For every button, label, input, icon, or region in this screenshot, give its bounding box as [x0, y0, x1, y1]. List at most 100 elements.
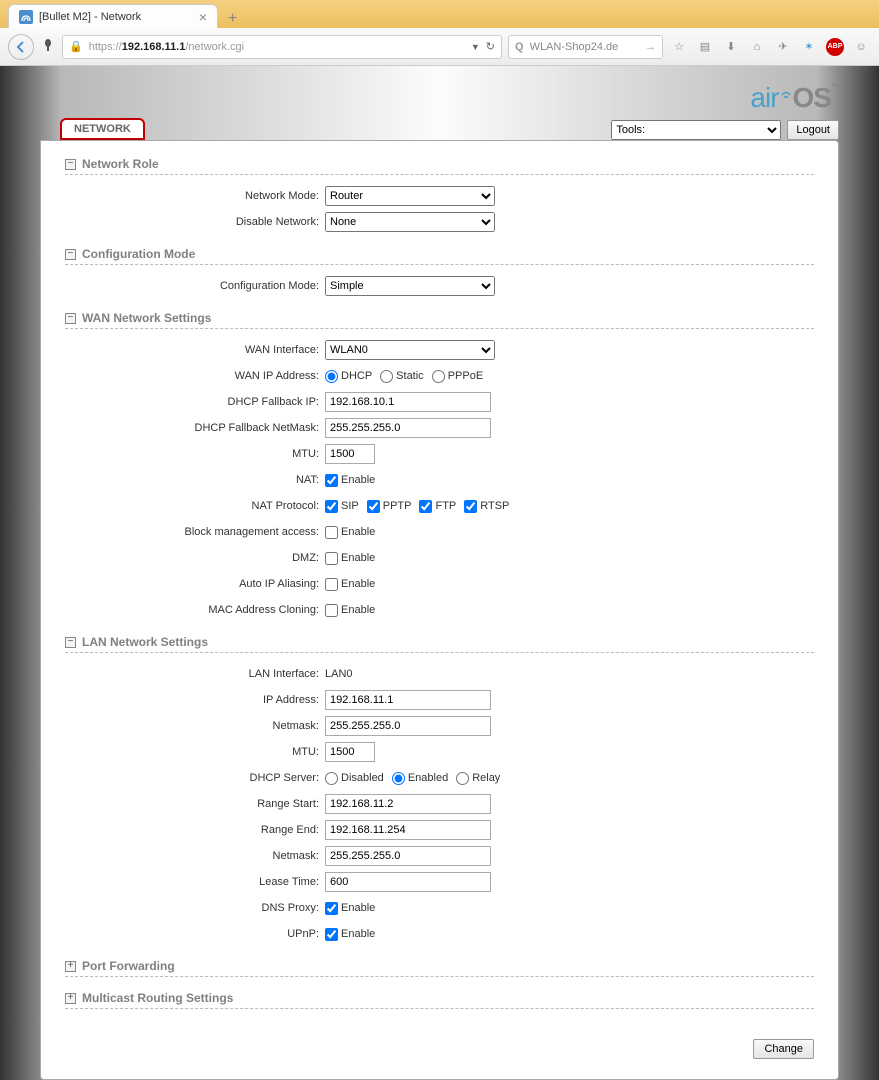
label-autoip: Auto IP Aliasing: [65, 578, 325, 590]
nat-checkbox[interactable] [325, 474, 338, 487]
section-network-role: − Network Role [65, 157, 814, 175]
label-disable-network: Disable Network: [65, 216, 325, 228]
radio-dhcp-disabled[interactable] [325, 772, 338, 785]
disable-network-select[interactable]: None [325, 212, 495, 232]
network-mode-select[interactable]: Router [325, 186, 495, 206]
label-lan-netmask: Netmask: [65, 720, 325, 732]
lan-interface-value: LAN0 [325, 668, 353, 680]
upnp-checkbox[interactable] [325, 928, 338, 941]
download-icon[interactable]: ⬇ [721, 37, 741, 57]
radio-static[interactable] [380, 370, 393, 383]
label-config-mode: Configuration Mode: [65, 280, 325, 292]
label-lan-mtu: MTU: [65, 746, 325, 758]
collapse-icon[interactable]: − [65, 313, 76, 324]
range-start-input[interactable] [325, 794, 491, 814]
tab-network[interactable]: NETWORK [60, 118, 145, 140]
label-dhcp-server: DHCP Server: [65, 772, 325, 784]
address-bar[interactable]: 🔒 https://192.168.11.1/network.cgi ▼ ↻ [62, 35, 502, 59]
search-engine-icon[interactable] [40, 38, 56, 55]
tab-favicon [19, 10, 33, 24]
page-body: airOS™ NETWORK Tools: Logout − Network R… [0, 66, 879, 1080]
tools-select[interactable]: Tools: [611, 120, 781, 140]
wan-mtu-input[interactable] [325, 444, 375, 464]
send-icon[interactable]: ✈ [773, 37, 793, 57]
nat-pptp-checkbox[interactable] [367, 500, 380, 513]
label-dns-proxy: DNS Proxy: [65, 902, 325, 914]
search-placeholder: WLAN-Shop24.de [530, 41, 639, 53]
label-lease-time: Lease Time: [65, 876, 325, 888]
range-end-input[interactable] [325, 820, 491, 840]
collapse-icon[interactable]: − [65, 159, 76, 170]
dmz-checkbox[interactable] [325, 552, 338, 565]
browser-toolbar: 🔒 https://192.168.11.1/network.cgi ▼ ↻ Q… [0, 28, 879, 66]
reload-icon[interactable]: ↻ [486, 40, 495, 53]
label-block-mgmt: Block management access: [65, 526, 325, 538]
logout-button[interactable]: Logout [787, 120, 839, 140]
lease-time-input[interactable] [325, 872, 491, 892]
search-provider-icon: Q [515, 41, 524, 53]
collapse-icon[interactable]: − [65, 637, 76, 648]
section-port-forwarding: + Port Forwarding [65, 959, 814, 977]
lan-ip-input[interactable] [325, 690, 491, 710]
url-protocol: https:// [89, 41, 122, 53]
dhcp-netmask-input[interactable] [325, 846, 491, 866]
radio-dhcp-enabled[interactable] [392, 772, 405, 785]
label-upnp: UPnP: [65, 928, 325, 940]
extension-icon[interactable]: ✶ [799, 37, 819, 57]
radio-dhcp[interactable] [325, 370, 338, 383]
adblock-icon[interactable]: ABP [825, 37, 845, 57]
back-button[interactable] [8, 34, 34, 60]
page-topbar: NETWORK Tools: Logout [0, 118, 879, 140]
dhcp-fallback-netmask-input[interactable] [325, 418, 491, 438]
autoip-checkbox[interactable] [325, 578, 338, 591]
label-network-mode: Network Mode: [65, 190, 325, 202]
radio-dhcp-relay[interactable] [456, 772, 469, 785]
tab-title: [Bullet M2] - Network [39, 11, 193, 23]
section-config-mode: − Configuration Mode [65, 247, 814, 265]
lan-mtu-input[interactable] [325, 742, 375, 762]
expand-icon[interactable]: + [65, 961, 76, 972]
dhcp-fallback-ip-input[interactable] [325, 392, 491, 412]
tab-close-icon[interactable]: × [199, 9, 207, 25]
url-dropdown-icon[interactable]: ▼ [471, 42, 480, 52]
label-wan-ip-address: WAN IP Address: [65, 370, 325, 382]
radio-pppoe[interactable] [432, 370, 445, 383]
airos-logo: airOS™ [750, 82, 839, 114]
home-icon[interactable]: ⌂ [747, 37, 767, 57]
expand-icon[interactable]: + [65, 993, 76, 1004]
label-lan-interface: LAN Interface: [65, 668, 325, 680]
content-panel: − Network Role Network Mode: Router Disa… [40, 140, 839, 1080]
lock-icon: 🔒 [69, 40, 83, 53]
new-tab-button[interactable]: + [218, 10, 247, 28]
reader-icon[interactable]: ▤ [695, 37, 715, 57]
search-go-icon[interactable]: → [645, 41, 656, 53]
label-range-start: Range Start: [65, 798, 325, 810]
label-dhcp-fallback-ip: DHCP Fallback IP: [65, 396, 325, 408]
section-multicast: + Multicast Routing Settings [65, 991, 814, 1009]
change-button[interactable]: Change [753, 1039, 814, 1059]
label-wan-mtu: MTU: [65, 448, 325, 460]
section-wan: − WAN Network Settings [65, 311, 814, 329]
label-dhcp-netmask: Netmask: [65, 850, 325, 862]
label-nat-protocol: NAT Protocol: [65, 500, 325, 512]
search-box[interactable]: Q WLAN-Shop24.de → [508, 35, 663, 59]
bookmark-icon[interactable]: ☆ [669, 37, 689, 57]
wan-interface-select[interactable]: WLAN0 [325, 340, 495, 360]
lan-netmask-input[interactable] [325, 716, 491, 736]
mac-clone-checkbox[interactable] [325, 604, 338, 617]
browser-tab[interactable]: [Bullet M2] - Network × [8, 4, 218, 28]
url-host: 192.168.11.1 [122, 41, 186, 53]
label-nat: NAT: [65, 474, 325, 486]
block-mgmt-checkbox[interactable] [325, 526, 338, 539]
nat-rtsp-checkbox[interactable] [464, 500, 477, 513]
config-mode-select[interactable]: Simple [325, 276, 495, 296]
dns-proxy-checkbox[interactable] [325, 902, 338, 915]
label-dmz: DMZ: [65, 552, 325, 564]
nat-sip-checkbox[interactable] [325, 500, 338, 513]
nat-ftp-checkbox[interactable] [419, 500, 432, 513]
profile-icon[interactable]: ☺ [851, 37, 871, 57]
label-wan-interface: WAN Interface: [65, 344, 325, 356]
label-range-end: Range End: [65, 824, 325, 836]
label-dhcp-fallback-netmask: DHCP Fallback NetMask: [65, 422, 325, 434]
collapse-icon[interactable]: − [65, 249, 76, 260]
